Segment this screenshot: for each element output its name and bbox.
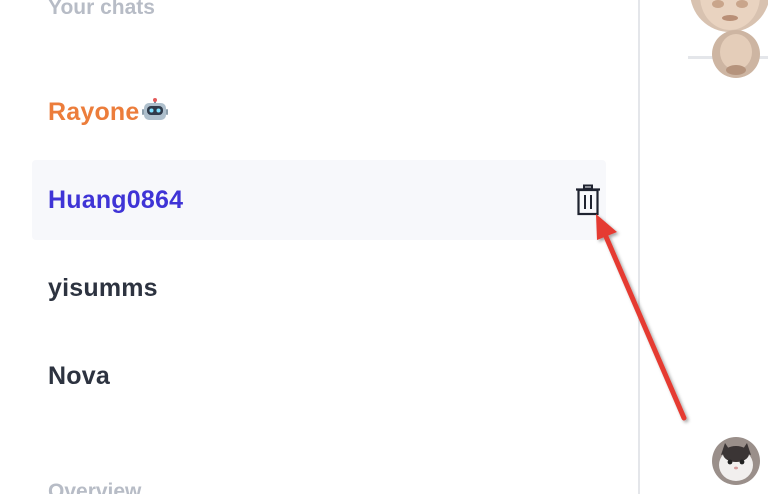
chat-item-huang0864[interactable]: Huang0864	[32, 160, 606, 240]
avatar-small[interactable]	[712, 30, 760, 78]
avatar-top[interactable]	[690, 0, 768, 32]
trash-icon	[576, 184, 600, 216]
app-window: Your chats Rayone Huang0864 yisumms Nova…	[0, 0, 768, 494]
chat-item-nova[interactable]: Nova	[32, 336, 606, 416]
chat-name: Nova	[48, 361, 110, 390]
chat-name: Rayone	[48, 97, 140, 126]
section-title-overview: Overview	[48, 480, 142, 494]
delete-chat-button[interactable]	[574, 183, 602, 217]
panel-divider	[638, 0, 640, 494]
chat-item-yisumms[interactable]: yisumms	[32, 248, 606, 328]
chat-name: yisumms	[48, 273, 158, 302]
section-title-your-chats: Your chats	[48, 0, 155, 19]
chat-item-rayone[interactable]: Rayone	[32, 72, 606, 152]
avatar-cat[interactable]	[712, 437, 760, 485]
robot-emoji-icon	[141, 97, 168, 127]
chat-name: Huang0864	[48, 185, 184, 214]
